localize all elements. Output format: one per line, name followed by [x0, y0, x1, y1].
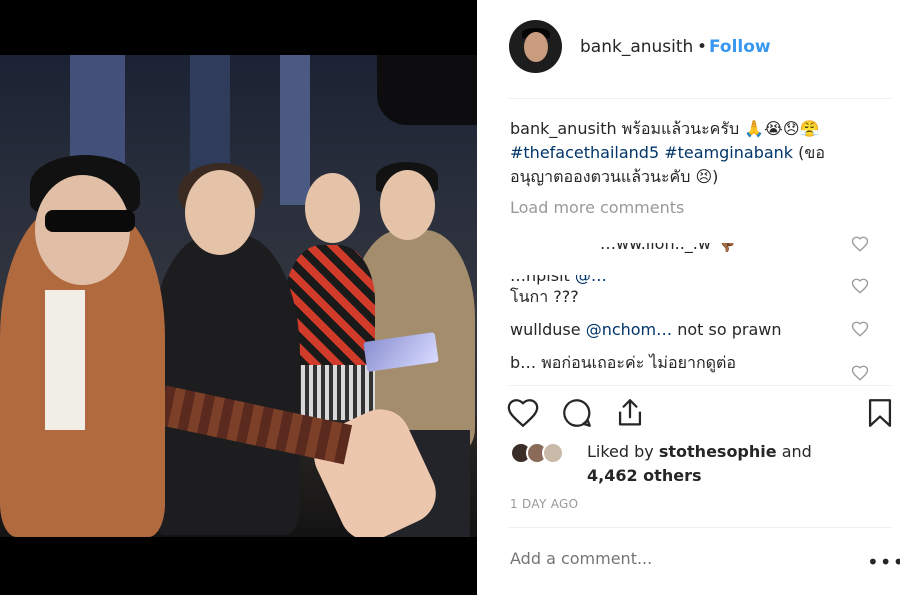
avatar[interactable] — [509, 20, 562, 73]
comment-icon[interactable] — [560, 396, 594, 430]
comment-mention[interactable]: @nchom… — [586, 320, 672, 339]
hashtag-link[interactable]: #teamginabank — [664, 143, 793, 162]
follow-button[interactable]: Follow — [709, 37, 771, 57]
photo-backdrop-panel — [280, 55, 310, 205]
comment-username[interactable]: wullduse — [510, 320, 581, 339]
add-comment-divider — [508, 527, 892, 528]
post-author-username[interactable]: bank_anusith — [580, 37, 693, 57]
add-comment-input[interactable] — [510, 549, 840, 568]
comment-username[interactable]: b… — [510, 353, 536, 372]
post-panel: bank_anusith • Follow bank_anusith พร้อม… — [477, 0, 900, 595]
comment-text: not so prawn — [672, 320, 782, 339]
liked-and-label: and — [776, 442, 812, 461]
caption-username[interactable]: bank_anusith — [510, 119, 617, 138]
header-separator-dot: • — [697, 37, 708, 57]
comment-item: b… พอก่อนเถอะค่ะ ไม่อยากดูต่อ — [510, 351, 840, 381]
liked-others-link[interactable]: 4,462 others — [587, 466, 701, 485]
comment-text: โนกา ??? — [510, 287, 579, 306]
more-options-icon[interactable]: ••• — [867, 550, 900, 574]
photo-studio-light — [377, 55, 477, 125]
comment-text: พอก่อนเถอะค่ะ ไม่อยากดูต่อ — [536, 353, 737, 372]
liked-by-label: Liked by — [587, 442, 659, 461]
post-header: bank_anusith • Follow — [477, 0, 900, 98]
post-photo[interactable] — [0, 55, 477, 537]
bookmark-icon[interactable] — [863, 396, 897, 430]
liked-by-avatars[interactable] — [510, 440, 570, 468]
comment-item: wullduse @nchom… not so prawn — [510, 320, 840, 342]
comment-item: …hpisit @… โนกา ??? — [510, 266, 840, 310]
comment-like-heart-icon[interactable] — [851, 320, 869, 338]
comments-divider — [508, 385, 892, 386]
comment-like-heart-icon[interactable] — [851, 235, 869, 253]
caption-text: พร้อมแล้วนะครับ 🙏😭😞😤 — [621, 119, 820, 138]
post-timestamp[interactable]: 1 DAY AGO — [510, 497, 578, 511]
comment-like-heart-icon[interactable] — [851, 364, 869, 382]
likes-summary: Liked by stothesophie and 4,462 others — [587, 440, 812, 488]
liked-by-user-link[interactable]: stothesophie — [659, 442, 777, 461]
comment-like-heart-icon[interactable] — [851, 277, 869, 295]
share-icon[interactable] — [613, 396, 647, 430]
header-divider — [508, 98, 892, 99]
comment-item: …ww.iion.._.w 👎🏾 — [510, 234, 840, 256]
post-caption: bank_anusith พร้อมแล้วนะครับ 🙏😭😞😤 #thefa… — [510, 117, 880, 189]
heart-icon[interactable] — [506, 396, 540, 430]
post-media-frame — [0, 0, 477, 595]
post-action-bar — [477, 390, 900, 435]
hashtag-link[interactable]: #thefacethailand5 — [510, 143, 659, 162]
photo-person-orange-jacket — [0, 155, 165, 537]
photo-person-black-dress — [150, 163, 353, 535]
load-more-comments-button[interactable]: Load more comments — [510, 198, 684, 217]
